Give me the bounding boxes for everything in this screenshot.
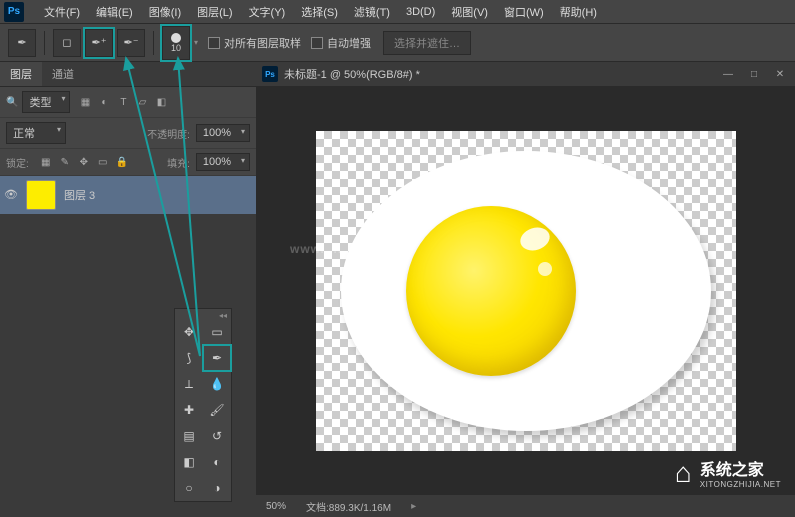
lock-pixels-icon[interactable]: ▦: [39, 155, 53, 169]
blend-mode-dropdown[interactable]: 正常: [6, 122, 66, 144]
tab-channels[interactable]: 通道: [42, 62, 84, 86]
select-and-mask-button[interactable]: 选择并遮住…: [383, 31, 471, 55]
document-area: Ps 未标题-1 @ 50%(RGB/8#) * — □ ✕ 50% 文档:88…: [256, 62, 795, 517]
opacity-value[interactable]: 100%: [196, 124, 250, 142]
minimize-button[interactable]: —: [719, 67, 737, 81]
options-bar: ✒ ◻ ✒⁺ ✒⁻ 10 ▾ 对所有图层取样 自动增强 选择并遮住…: [0, 24, 795, 62]
blur-tool-icon[interactable]: ○: [175, 475, 203, 501]
document-title[interactable]: 未标题-1 @ 50%(RGB/8#) *: [284, 66, 420, 82]
lock-row: 锁定: ▦ ✎ ✥ ▭ 🔒 填充: 100%: [0, 149, 256, 176]
fill-value[interactable]: 100%: [196, 153, 250, 171]
filter-shape-icon[interactable]: ▱: [135, 95, 149, 109]
close-button[interactable]: ✕: [771, 67, 789, 81]
new-selection-icon[interactable]: ◻: [53, 29, 81, 57]
chevron-right-icon[interactable]: ▸: [411, 501, 416, 512]
checkbox-box-icon: [311, 37, 323, 49]
artwork-yolk: [406, 206, 576, 376]
eyedropper-tool-icon[interactable]: 💧: [203, 371, 231, 397]
add-selection-icon[interactable]: ✒⁺: [85, 29, 113, 57]
brush-size-picker[interactable]: 10: [162, 26, 190, 60]
search-icon[interactable]: 🔍: [6, 97, 18, 108]
dodge-tool-icon[interactable]: ◑: [203, 475, 231, 501]
panel-tabs: 图层 通道: [0, 62, 256, 87]
menu-edit[interactable]: 编辑(E): [88, 2, 141, 22]
auto-enhance-label: 自动增强: [327, 35, 371, 51]
layer-thumbnail[interactable]: [26, 180, 56, 210]
move-tool-icon[interactable]: ✥: [175, 319, 203, 345]
menu-image[interactable]: 图像(I): [141, 2, 189, 22]
checkbox-box-icon: [208, 37, 220, 49]
brush-size-value: 10: [171, 43, 181, 53]
blend-row: 正常 不透明度: 100%: [0, 118, 256, 149]
layer-name[interactable]: 图层 3: [64, 187, 95, 203]
lock-position-icon[interactable]: ✥: [77, 155, 91, 169]
sample-all-label: 对所有图层取样: [224, 35, 301, 51]
brush-dot-icon: [171, 33, 181, 43]
maximize-button[interactable]: □: [745, 67, 763, 81]
filter-type-icon[interactable]: T: [116, 95, 130, 109]
heal-tool-icon[interactable]: ✚: [175, 397, 203, 423]
document-tab-bar: Ps 未标题-1 @ 50%(RGB/8#) * — □ ✕: [256, 62, 795, 86]
separator: [44, 31, 45, 55]
menu-window[interactable]: 窗口(W): [496, 2, 552, 22]
lock-all-icon[interactable]: 🔒: [115, 155, 129, 169]
history-brush-tool-icon[interactable]: ↺: [203, 423, 231, 449]
lock-artboard-icon[interactable]: ▭: [96, 155, 110, 169]
sample-all-layers-checkbox[interactable]: 对所有图层取样: [208, 35, 301, 51]
layer-filter-row: 🔍 类型 ▦ ◐ T ▱ ◧: [0, 87, 256, 118]
brush-tool-icon[interactable]: 🖌: [203, 397, 231, 423]
crop-tool-icon[interactable]: ⟂: [175, 371, 203, 397]
main-area: 图层 通道 🔍 类型 ▦ ◐ T ▱ ◧ 正常 不透明度: 100% 锁定: ▦…: [0, 62, 795, 517]
auto-enhance-checkbox[interactable]: 自动增强: [311, 35, 371, 51]
eraser-tool-icon[interactable]: ◧: [175, 449, 203, 475]
filter-adjust-icon[interactable]: ◐: [97, 95, 111, 109]
fill-label: 填充:: [167, 155, 190, 170]
menu-3d[interactable]: 3D(D): [398, 4, 443, 20]
menu-help[interactable]: 帮助(H): [552, 2, 605, 22]
quick-select-tool-icon[interactable]: ✒: [203, 345, 231, 371]
doc-info[interactable]: 文档:889.3K/1.16M: [306, 499, 391, 514]
menu-file[interactable]: 文件(F): [36, 2, 88, 22]
app-logo: Ps: [4, 2, 24, 22]
status-bar: 50% 文档:889.3K/1.16M ▸: [256, 495, 795, 517]
filter-pixel-icon[interactable]: ▦: [78, 95, 92, 109]
current-tool-icon[interactable]: ✒: [8, 29, 36, 57]
visibility-eye-icon[interactable]: 👁: [4, 188, 18, 202]
zoom-level[interactable]: 50%: [266, 501, 286, 512]
layer-row[interactable]: 👁 图层 3: [0, 176, 256, 214]
lock-label: 锁定:: [6, 155, 29, 170]
menu-bar: Ps 文件(F) 编辑(E) 图像(I) 图层(L) 文字(Y) 选择(S) 滤…: [0, 0, 795, 24]
gradient-tool-icon[interactable]: ◐: [203, 449, 231, 475]
menu-type[interactable]: 文字(Y): [241, 2, 294, 22]
menu-layer[interactable]: 图层(L): [189, 2, 240, 22]
marquee-tool-icon[interactable]: ▭: [203, 319, 231, 345]
tools-panel[interactable]: ◂◂ ✥ ▭ ⟆ ✒ ⟂ 💧 ✚ 🖌 ▤ ↺ ◧ ◐ ○ ◑: [174, 308, 232, 502]
lock-brush-icon[interactable]: ✎: [58, 155, 72, 169]
chevron-down-icon[interactable]: ▾: [194, 38, 198, 47]
menu-view[interactable]: 视图(V): [443, 2, 496, 22]
separator: [153, 31, 154, 55]
lasso-tool-icon[interactable]: ⟆: [175, 345, 203, 371]
artboard[interactable]: [316, 131, 736, 451]
filter-smart-icon[interactable]: ◧: [154, 95, 168, 109]
subtract-selection-icon[interactable]: ✒⁻: [117, 29, 145, 57]
stamp-tool-icon[interactable]: ▤: [175, 423, 203, 449]
filter-type-dropdown[interactable]: 类型: [22, 91, 70, 113]
doc-ps-icon: Ps: [262, 66, 278, 82]
opacity-label: 不透明度:: [147, 126, 190, 141]
canvas-viewport[interactable]: [256, 86, 795, 495]
menu-filter[interactable]: 滤镜(T): [346, 2, 398, 22]
collapse-icon[interactable]: ◂◂: [219, 311, 227, 317]
menu-select[interactable]: 选择(S): [293, 2, 346, 22]
tab-layers[interactable]: 图层: [0, 62, 42, 86]
